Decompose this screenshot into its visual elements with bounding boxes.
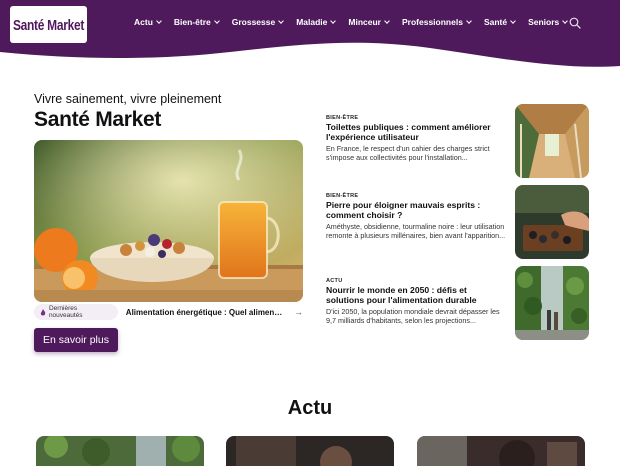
article-title[interactable]: Nourrir le monde en 2050 : défis et solu… bbox=[326, 285, 506, 305]
article-title[interactable]: Pierre pour éloigner mauvais esprits : c… bbox=[326, 200, 506, 220]
latest-news-bar: Dernières nouveautés Alimentation énergé… bbox=[34, 303, 303, 321]
search-icon[interactable] bbox=[569, 17, 581, 29]
site-logo[interactable]: Santé Market bbox=[10, 6, 87, 43]
side-article[interactable]: ACTU Nourrir le monde en 2050 : défis et… bbox=[326, 266, 589, 352]
nav-item-label: Santé bbox=[483, 17, 508, 27]
latest-headline-link[interactable]: Alimentation énergétique : Quel aliment … bbox=[126, 308, 284, 317]
chevron-down-icon bbox=[466, 18, 472, 24]
article-excerpt: Améthyste, obsidienne, tourmaline noire … bbox=[326, 222, 506, 241]
chevron-down-icon bbox=[384, 18, 390, 24]
chevron-down-icon bbox=[510, 18, 516, 24]
card-thumbnail bbox=[226, 436, 394, 466]
article-category: BIEN-ÊTRE bbox=[326, 193, 359, 199]
article-thumbnail[interactable] bbox=[515, 185, 589, 259]
article-excerpt: En France, le respect d'un cahier des ch… bbox=[326, 144, 490, 163]
header-wave-background bbox=[0, 0, 620, 67]
chevron-down-icon bbox=[278, 18, 285, 24]
article-category: ACTU bbox=[326, 278, 343, 284]
side-article[interactable]: BIEN-ÊTRE Toilettes publiques : comment … bbox=[326, 104, 589, 189]
flame-icon bbox=[40, 308, 46, 315]
corridor-illustration bbox=[515, 104, 589, 178]
chevron-down-icon bbox=[156, 18, 162, 24]
nav-item-label: Grossesse bbox=[231, 17, 276, 27]
stones-illustration bbox=[515, 185, 589, 259]
hero-image-breakfast[interactable] bbox=[34, 140, 303, 302]
nav-item-minceur[interactable]: Minceur bbox=[348, 17, 390, 27]
nav-item-maladie[interactable]: Maladie bbox=[296, 17, 337, 27]
nav-item-label: Bien-être bbox=[173, 17, 211, 27]
nav-item-grossesse[interactable]: Grossesse bbox=[231, 17, 285, 27]
nav-item-label: Actu bbox=[134, 17, 153, 27]
nav-item-seniors[interactable]: Seniors bbox=[528, 17, 569, 27]
hero-tagline: Vivre sainement, vivre pleinement bbox=[34, 92, 222, 106]
card-thumbnail bbox=[36, 436, 204, 466]
latest-badge-label: Dernières nouveautés bbox=[48, 305, 83, 319]
vertical-garden-illustration bbox=[515, 266, 589, 340]
article-card[interactable] bbox=[226, 436, 394, 466]
chevron-down-icon bbox=[562, 18, 569, 24]
chevron-down-icon bbox=[213, 18, 220, 24]
nav-item-label: Maladie bbox=[296, 17, 328, 27]
site-header: Santé Market Actu Bien-être Grossesse Ma… bbox=[0, 0, 620, 72]
article-card[interactable] bbox=[417, 436, 585, 466]
latest-badge: Dernières nouveautés bbox=[34, 304, 118, 320]
article-excerpt: D'ici 2050, la population mondiale devra… bbox=[326, 307, 500, 326]
nav-item-label: Seniors bbox=[528, 17, 560, 27]
nav-item-actu[interactable]: Actu bbox=[134, 17, 162, 27]
article-thumbnail[interactable] bbox=[515, 104, 589, 178]
nav-item-label: Minceur bbox=[348, 17, 381, 27]
side-article[interactable]: BIEN-ÊTRE Pierre pour éloigner mauvais e… bbox=[326, 185, 589, 267]
arrow-right-icon[interactable]: → bbox=[294, 307, 303, 317]
breakfast-illustration bbox=[34, 140, 303, 302]
article-title[interactable]: Toilettes publiques : comment améliorer … bbox=[326, 122, 506, 142]
chevron-down-icon bbox=[330, 18, 337, 24]
nav-item-bien-etre[interactable]: Bien-être bbox=[173, 17, 220, 27]
article-thumbnail[interactable] bbox=[515, 266, 589, 340]
hero-title: Santé Market bbox=[34, 108, 162, 131]
article-card[interactable] bbox=[36, 436, 204, 466]
main-nav: Actu Bien-être Grossesse Maladie Minceur… bbox=[134, 17, 580, 27]
section-title: Actu bbox=[287, 397, 333, 419]
nav-item-label: Professionnels bbox=[402, 17, 463, 27]
en-savoir-plus-button[interactable]: En savoir plus bbox=[34, 328, 118, 352]
nav-item-professionnels[interactable]: Professionnels bbox=[402, 17, 472, 27]
article-category: BIEN-ÊTRE bbox=[326, 115, 359, 121]
card-thumbnail bbox=[417, 436, 585, 466]
nav-item-sante[interactable]: Santé bbox=[483, 17, 516, 27]
logo-text: Santé Market bbox=[12, 15, 85, 34]
